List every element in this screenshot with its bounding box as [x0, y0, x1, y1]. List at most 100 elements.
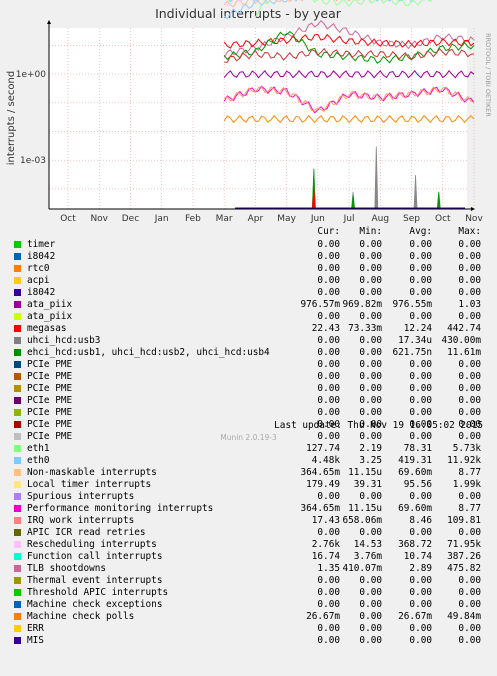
legend-label: Machine check exceptions	[27, 599, 163, 610]
legend-row: PCIe PME 0.00 0.00 0.00 0.00	[0, 359, 497, 371]
x-tick-label: Dec	[122, 214, 139, 224]
legend-row: ata_piix 0.00 0.00 0.00 0.00	[0, 311, 497, 323]
legend-min-value: 0.00	[359, 491, 382, 502]
legend-swatch	[14, 385, 21, 392]
legend-label: rtc0	[27, 263, 50, 274]
legend-row: eth1 127.74 2.19 78.31 5.73k	[0, 443, 497, 455]
legend-label: uhci_hcd:usb3	[27, 335, 101, 346]
legend-swatch	[14, 313, 21, 320]
legend-max-value: 0.00	[458, 635, 481, 646]
legend-cur-value: 0.00	[317, 239, 340, 250]
legend-max-value: 1.03	[458, 299, 481, 310]
legend-cur-value: 179.49	[306, 479, 340, 490]
legend-max-value: 49.84m	[447, 611, 481, 622]
legend-avg-value: 0.00	[409, 287, 432, 298]
legend-row: timer 0.00 0.00 0.00 0.00	[0, 239, 497, 251]
legend-swatch	[14, 529, 21, 536]
legend-cur-value: 0.00	[317, 347, 340, 358]
x-tick-label: Mar	[216, 214, 233, 224]
legend-label: Rescheduling interrupts	[27, 539, 157, 550]
legend-cur-value: 0.00	[317, 587, 340, 598]
legend-swatch	[14, 565, 21, 572]
legend-row: Threshold APIC interrupts 0.00 0.00 0.00 0.0…	[0, 587, 497, 599]
legend-row: Spurious interrupts 0.00 0.00 0.00 0.00	[0, 491, 497, 503]
legend-swatch	[14, 637, 21, 644]
legend-swatch	[14, 541, 21, 548]
legend-swatch	[14, 481, 21, 488]
legend-avg-value: 621.75n	[392, 347, 432, 358]
legend-row: TLB shootdowns 1.35 410.07m 2.89 475.82	[0, 563, 497, 575]
legend-avg-value: 26.67m	[398, 611, 432, 622]
legend-max-value: 0.00	[458, 359, 481, 370]
legend-label: PCIe PME	[27, 395, 73, 406]
legend-swatch	[14, 349, 21, 356]
legend-max-value: 0.00	[458, 275, 481, 286]
munin-version: Munin 2.0.19-3	[220, 433, 277, 442]
legend-max-value: 0.00	[458, 263, 481, 274]
legend-avg-value: 12.24	[403, 323, 432, 334]
legend-max-value: 0.00	[458, 251, 481, 262]
x-tick-label: Aug	[372, 214, 390, 224]
legend-label: ata_piix	[27, 311, 73, 322]
legend-max-value: 0.00	[458, 599, 481, 610]
legend-swatch	[14, 241, 21, 248]
legend-min-value: 73.33m	[348, 323, 382, 334]
legend-min-value: 14.53	[353, 539, 382, 550]
legend-row: Machine check exceptions 0.00 0.00 0.00 0.00	[0, 599, 497, 611]
legend-swatch	[14, 325, 21, 332]
legend-cur-value: 4.48k	[311, 455, 340, 466]
rrdtool-credit: RRDTOOL / TOBI OETIKER	[484, 33, 492, 117]
legend-max-value: 11.61m	[447, 347, 481, 358]
legend-cur-value: 0.00	[317, 407, 340, 418]
legend-row: eth0 4.48k 3.25 419.31 11.92k	[0, 455, 497, 467]
legend-cur-value: 0.00	[317, 335, 340, 346]
legend-row: Local timer interrupts 179.49 39.31 95.56 1.…	[0, 479, 497, 491]
legend-avg-value: 0.00	[409, 275, 432, 286]
legend-header-avg: Avg:	[409, 226, 432, 237]
y-tick-label: 1e-03	[20, 156, 46, 166]
legend-label: Performance monitoring interrupts	[27, 503, 214, 514]
legend-label: timer	[27, 239, 56, 250]
legend-label: megasas	[27, 323, 67, 334]
legend-avg-value: 10.74	[403, 551, 432, 562]
legend-min-value: 11.15u	[348, 503, 382, 514]
legend-swatch	[14, 301, 21, 308]
legend-row: PCIe PME 0.00 0.00 0.00 0.00	[0, 407, 497, 419]
legend-min-value: 0.00	[359, 383, 382, 394]
x-tick-label: Oct	[60, 214, 76, 224]
legend-cur-value: 0.00	[317, 311, 340, 322]
legend-label: i8042	[27, 287, 56, 298]
legend-row: uhci_hcd:usb3 0.00 0.00 17.34u 430.00m	[0, 335, 497, 347]
legend-min-value: 0.00	[359, 371, 382, 382]
legend-max-value: 0.00	[458, 587, 481, 598]
chart-plot-area: Individual interrupts - by year interrup…	[6, 0, 492, 224]
legend-cur-value: 0.00	[317, 359, 340, 370]
legend-cur-value: 0.00	[317, 395, 340, 406]
legend-cur-value: 0.00	[317, 263, 340, 274]
legend-max-value: 0.00	[458, 311, 481, 322]
legend-header-max: Max:	[458, 226, 481, 237]
legend-swatch	[14, 517, 21, 524]
legend-label: IRQ work interrupts	[27, 515, 135, 526]
legend-swatch	[14, 457, 21, 464]
legend-min-value: 0.00	[359, 611, 382, 622]
legend-label: eth0	[27, 455, 50, 466]
legend-row: Non-maskable interrupts 364.65m 11.15u 69.6…	[0, 467, 497, 479]
legend-row: PCIe PME 0.00 0.00 0.00 0.00	[0, 371, 497, 383]
legend-swatch	[14, 265, 21, 272]
legend-row: Performance monitoring interrupts 364.65m…	[0, 503, 497, 515]
legend-min-value: 0.00	[359, 347, 382, 358]
legend-avg-value: 0.00	[409, 359, 432, 370]
legend-row: i8042 0.00 0.00 0.00 0.00	[0, 251, 497, 263]
legend-min-value: 0.00	[359, 575, 382, 586]
legend-swatch	[14, 469, 21, 476]
legend-min-value: 0.00	[359, 635, 382, 646]
legend-row: ehci_hcd:usb1, uhci_hcd:usb2, uhci_hcd:u…	[0, 347, 497, 359]
legend-cur-value: 0.00	[317, 599, 340, 610]
legend-label: PCIe PME	[27, 419, 73, 430]
legend-label: i8042	[27, 251, 56, 262]
legend-row: megasas 22.43 73.33m 12.24 442.74	[0, 323, 497, 335]
legend-min-value: 658.06m	[342, 515, 382, 526]
legend-row: PCIe PME 0.00 0.00 0.00 0.00	[0, 395, 497, 407]
legend-row: IRQ work interrupts 17.43 658.06m 8.46 109.8…	[0, 515, 497, 527]
